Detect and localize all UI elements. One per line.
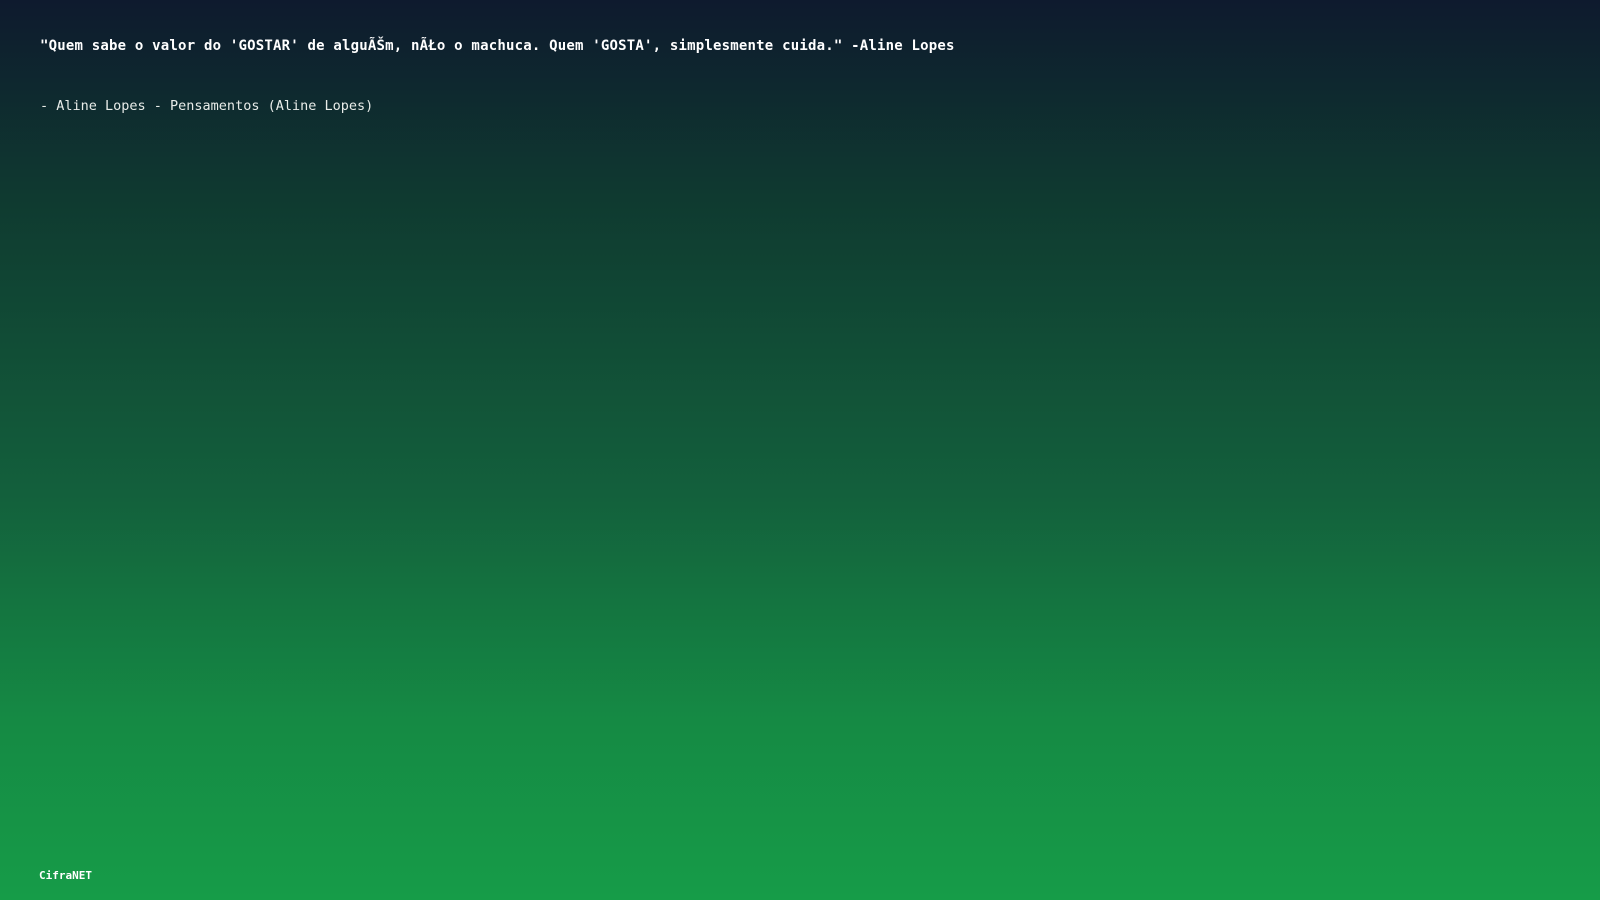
brand-logo-text: CifraNET <box>39 869 92 882</box>
quote-attribution: - Aline Lopes - Pensamentos (Aline Lopes… <box>40 98 374 114</box>
page-background: "Quem sabe o valor do 'GOSTAR' de alguÃŠ… <box>0 0 1600 900</box>
quote-text: "Quem sabe o valor do 'GOSTAR' de alguÃŠ… <box>40 38 955 54</box>
